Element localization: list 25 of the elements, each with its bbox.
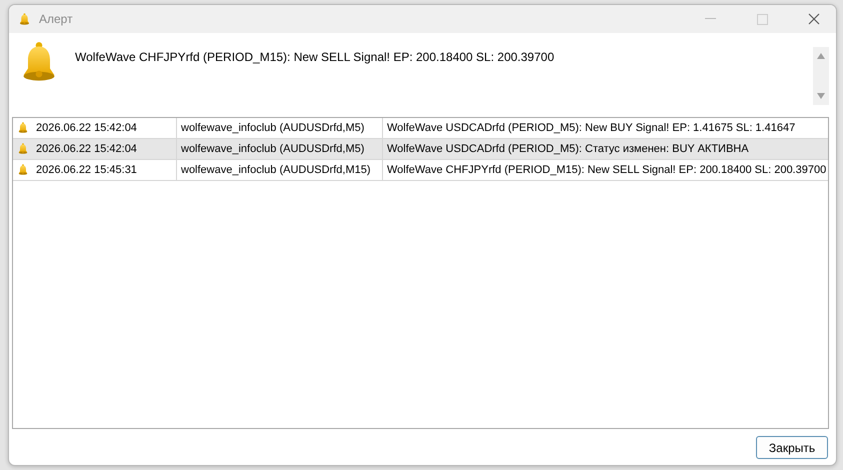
source-cell: wolfewave_infoclub (AUDUSDrfd,M5) (181, 143, 364, 155)
message-cell: WolfeWave CHFJPYrfd (PERIOD_M15): New SELL Signal! EP: 200.18400 SL: 200.39700 (387, 164, 826, 176)
close-icon[interactable] (808, 13, 820, 25)
scroll-up-icon[interactable] (817, 53, 825, 59)
alert-row[interactable]: 2026.06.22 15:42:04 wolfewave_infoclub (AUDUSDrfd,M5) WolfeWave USDCADrfd (PERIOD_M5): Статус изменен: BUY АКТИВНА (13, 139, 828, 160)
message-cell: WolfeWave USDCADrfd (PERIOD_M5): New BUY Signal! EP: 1.41675 SL: 1.41647 (387, 122, 796, 134)
scrollbar[interactable] (813, 47, 829, 105)
message-cell: WolfeWave USDCADrfd (PERIOD_M5): Статус изменен: BUY АКТИВНА (387, 143, 749, 155)
source-cell: wolfewave_infoclub (AUDUSDrfd,M5) (181, 122, 364, 134)
time-cell: 2026.06.22 15:42:04 (36, 143, 137, 155)
bell-icon (17, 164, 29, 176)
alert-message: WolfeWave CHFJPYrfd (PERIOD_M15): New SELL Signal! EP: 200.18400 SL: 200.39700 (75, 49, 556, 66)
time-cell: 2026.06.22 15:42:04 (36, 122, 137, 134)
bell-icon (18, 12, 31, 26)
source-cell: wolfewave_infoclub (AUDUSDrfd,M15) (181, 164, 371, 176)
alert-row[interactable]: 2026.06.22 15:45:31 wolfewave_infoclub (AUDUSDrfd,M15) WolfeWave CHFJPYrfd (PERIOD_M15): New SELL Signal! EP: 200.18400 SL: 200.39700 (13, 160, 828, 181)
bell-icon (17, 122, 29, 134)
close-dialog-button[interactable]: Закрыть (756, 436, 828, 459)
minimize-icon[interactable] (704, 18, 716, 20)
bell-icon (17, 143, 29, 155)
maximize-icon[interactable] (756, 14, 768, 24)
time-cell: 2026.06.22 15:45:31 (36, 164, 137, 176)
alert-row[interactable]: 2026.06.22 15:42:04 wolfewave_infoclub (AUDUSDrfd,M5) WolfeWave USDCADrfd (PERIOD_M5): New BUY Signal! EP: 1.41675 SL: 1.41647 (13, 118, 828, 139)
scroll-down-icon[interactable] (817, 93, 825, 99)
window-title: Алерт (39, 12, 74, 26)
